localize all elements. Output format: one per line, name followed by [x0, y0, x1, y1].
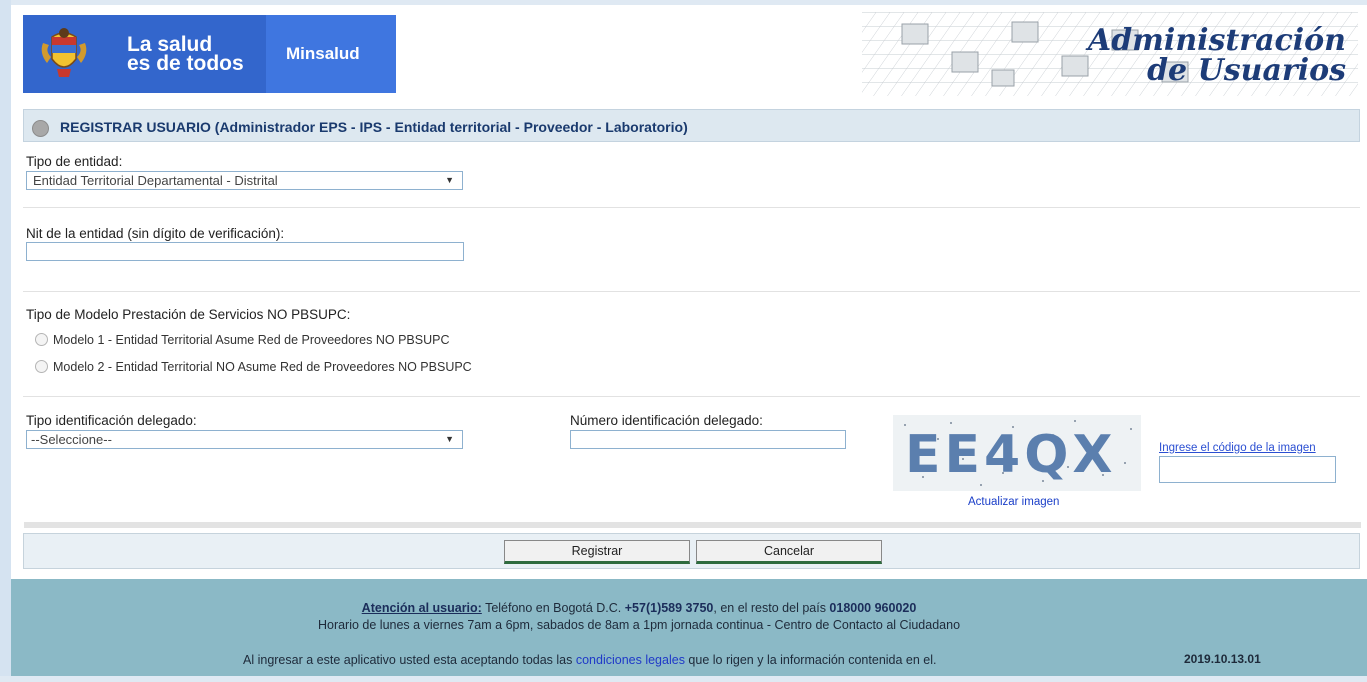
- radio-button[interactable]: [35, 333, 48, 347]
- ministry-name: Minsalud: [286, 44, 360, 63]
- entity-type-label: Tipo de entidad:: [26, 154, 123, 169]
- divider: [23, 207, 1360, 208]
- section-title: REGISTRAR USUARIO (Administrador EPS - I…: [60, 119, 688, 135]
- window-left-border: [0, 0, 11, 682]
- refresh-captcha-link[interactable]: Actualizar imagen: [968, 496, 1059, 508]
- service-model-option-2[interactable]: Modelo 2 - Entidad Territorial NO Asume …: [35, 360, 472, 374]
- divider: [23, 396, 1360, 397]
- delegate-id-type-selected: --Seleccione--: [31, 432, 112, 447]
- service-model-option-1-label: Modelo 1 - Entidad Territorial Asume Red…: [53, 333, 450, 347]
- service-model-option-2-label: Modelo 2 - Entidad Territorial NO Asume …: [53, 360, 472, 374]
- footer-contact-line: Atención al usuario: Teléfono en Bogotá …: [11, 601, 1267, 615]
- section-header: REGISTRAR USUARIO (Administrador EPS - I…: [23, 109, 1360, 142]
- phone-bogota: +57(1)589 3750: [624, 601, 714, 615]
- cancel-button[interactable]: Cancelar: [696, 540, 882, 564]
- app-title-line-1: Administración: [1087, 23, 1346, 58]
- phone-country: 018000 960020: [829, 601, 917, 615]
- attention-label: Atención al usuario:: [361, 601, 482, 615]
- window-bottom-border: [0, 676, 1367, 682]
- captcha-image: EE4QX: [893, 415, 1141, 491]
- register-button[interactable]: Registrar: [504, 540, 690, 564]
- delegate-id-number-input[interactable]: [570, 430, 846, 449]
- service-model-label: Tipo de Modelo Prestación de Servicios N…: [26, 307, 351, 322]
- phone-text: Teléfono en Bogotá D.C.: [481, 601, 625, 615]
- app-title: Administración de Usuarios: [1088, 26, 1346, 86]
- captcha-hint: Ingrese el código de la imagen: [1159, 442, 1316, 454]
- window-top-border: [0, 0, 1367, 5]
- nit-input[interactable]: [26, 242, 464, 261]
- slogan-line-2: es de todos: [127, 52, 244, 75]
- divider: [23, 291, 1360, 292]
- entity-type-selected: Entidad Territorial Departamental - Dist…: [33, 173, 278, 188]
- section-bullet-icon: [32, 120, 49, 137]
- phone-text-2: , en el resto del país: [713, 601, 830, 615]
- legal-text-2: que lo rigen y la información contenida …: [684, 653, 937, 667]
- delegate-id-type-label: Tipo identificación delegado:: [26, 413, 197, 428]
- ministry-logo: Minsalud: [266, 15, 396, 93]
- app-version: 2019.10.13.01: [1184, 652, 1261, 666]
- app-title-banner: Administración de Usuarios: [862, 12, 1358, 96]
- radio-button[interactable]: [35, 360, 48, 374]
- government-brand-banner: La salud es de todos Minsalud: [23, 15, 396, 93]
- footer-hours: Horario de lunes a viernes 7am a 6pm, sa…: [317, 618, 961, 632]
- footer: Atención al usuario: Teléfono en Bogotá …: [11, 579, 1367, 676]
- delegate-id-type-select[interactable]: --Seleccione-- ▼: [26, 430, 463, 449]
- delegate-id-number-label: Número identificación delegado:: [570, 413, 763, 428]
- nit-label: Nit de la entidad (sin dígito de verific…: [26, 226, 285, 241]
- captcha-input[interactable]: [1159, 456, 1336, 483]
- coat-of-arms-icon: [41, 28, 87, 77]
- legal-text: Al ingresar a este aplicativo usted esta…: [243, 653, 576, 667]
- legal-conditions-link[interactable]: condiciones legales: [576, 653, 685, 667]
- footer-legal-line: Al ingresar a este aplicativo usted esta…: [243, 653, 937, 667]
- entity-type-select[interactable]: Entidad Territorial Departamental - Dist…: [26, 171, 463, 190]
- divider: [24, 522, 1361, 528]
- slogan: La salud es de todos: [127, 34, 244, 75]
- dropdown-arrow-icon: ▼: [445, 175, 454, 185]
- dropdown-arrow-icon: ▼: [445, 434, 454, 444]
- service-model-option-1[interactable]: Modelo 1 - Entidad Territorial Asume Red…: [35, 333, 449, 347]
- app-title-line-2: de Usuarios: [1147, 53, 1346, 88]
- captcha-text: EE4QX: [905, 425, 1117, 485]
- action-bar: Registrar Cancelar: [23, 522, 1361, 569]
